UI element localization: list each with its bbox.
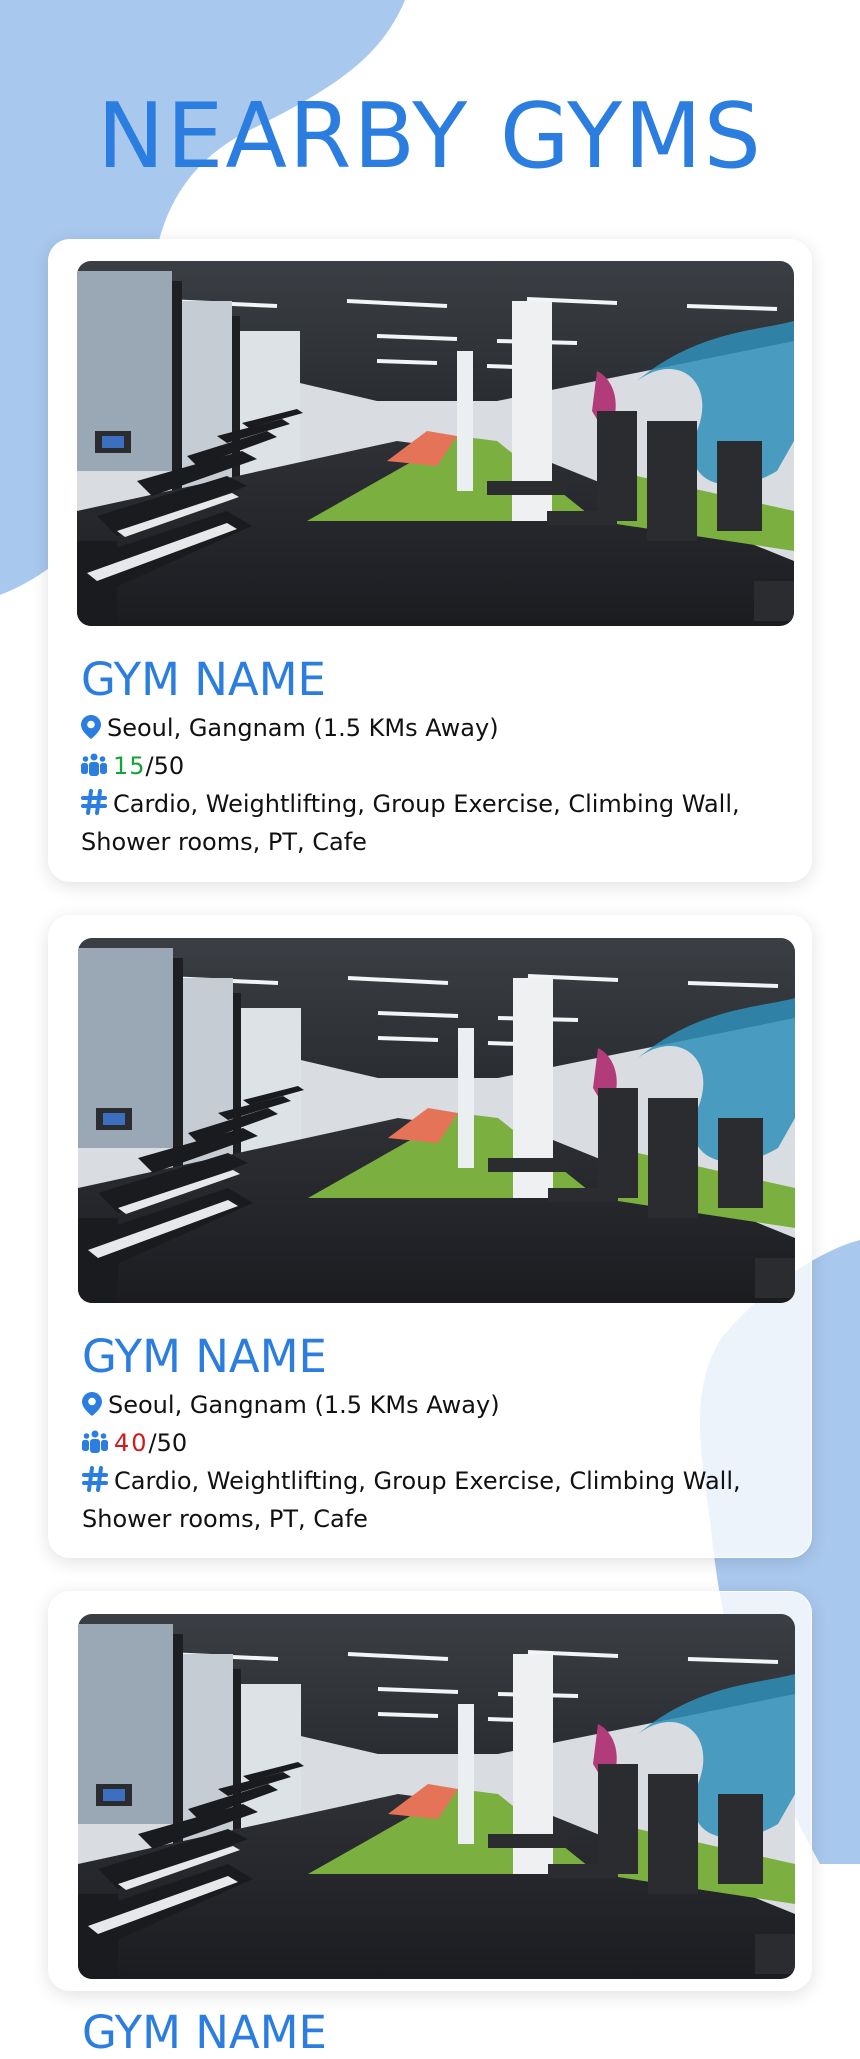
- capacity-current: 40: [114, 1429, 149, 1458]
- gym-location-text: Seoul, Gangnam (1.5 KMs Away): [107, 714, 499, 743]
- gym-facilities: Cardio, Weightlifting, Group Exercise, C…: [81, 785, 794, 861]
- capacity-max: /50: [148, 1429, 188, 1458]
- gym-name: GYM NAME: [82, 1330, 327, 1383]
- hashtag-icon: [82, 1466, 108, 1493]
- map-pin-icon: [82, 1392, 102, 1417]
- people-icon: [81, 753, 107, 777]
- capacity-max: /50: [145, 752, 185, 781]
- map-pin-icon: [81, 715, 101, 740]
- gym-card[interactable]: GYM NAME Seoul, Gangnam (1.5 KMs Away) 1…: [48, 239, 812, 882]
- gym-capacity: 40/50: [82, 1424, 793, 1462]
- gym-card[interactable]: GYM NAME: [48, 1591, 812, 2056]
- gym-location-text: Seoul, Gangnam (1.5 KMs Away): [108, 1391, 500, 1420]
- capacity-current: 15: [113, 752, 146, 781]
- hashtag-icon: [81, 789, 107, 816]
- gym-photo: [77, 261, 794, 626]
- gym-photo: [78, 938, 795, 1303]
- gym-card[interactable]: GYM NAME Seoul, Gangnam (1.5 KMs Away) 4…: [48, 915, 812, 1558]
- gym-facilities: Cardio, Weightlifting, Group Exercise, C…: [82, 1462, 793, 1538]
- gym-location: Seoul, Gangnam (1.5 KMs Away): [81, 709, 794, 747]
- gym-facilities-text: Cardio, Weightlifting, Group Exercise, C…: [81, 790, 740, 857]
- gym-name: GYM NAME: [82, 2006, 327, 2059]
- page-title: NEARBY GYMS: [97, 84, 763, 189]
- gym-capacity: 15/50: [81, 747, 794, 785]
- gym-name: GYM NAME: [81, 653, 326, 706]
- gym-location: Seoul, Gangnam (1.5 KMs Away): [82, 1386, 793, 1424]
- gym-facilities-text: Cardio, Weightlifting, Group Exercise, C…: [82, 1467, 741, 1534]
- gym-photo: [78, 1614, 795, 1979]
- people-icon: [82, 1430, 108, 1454]
